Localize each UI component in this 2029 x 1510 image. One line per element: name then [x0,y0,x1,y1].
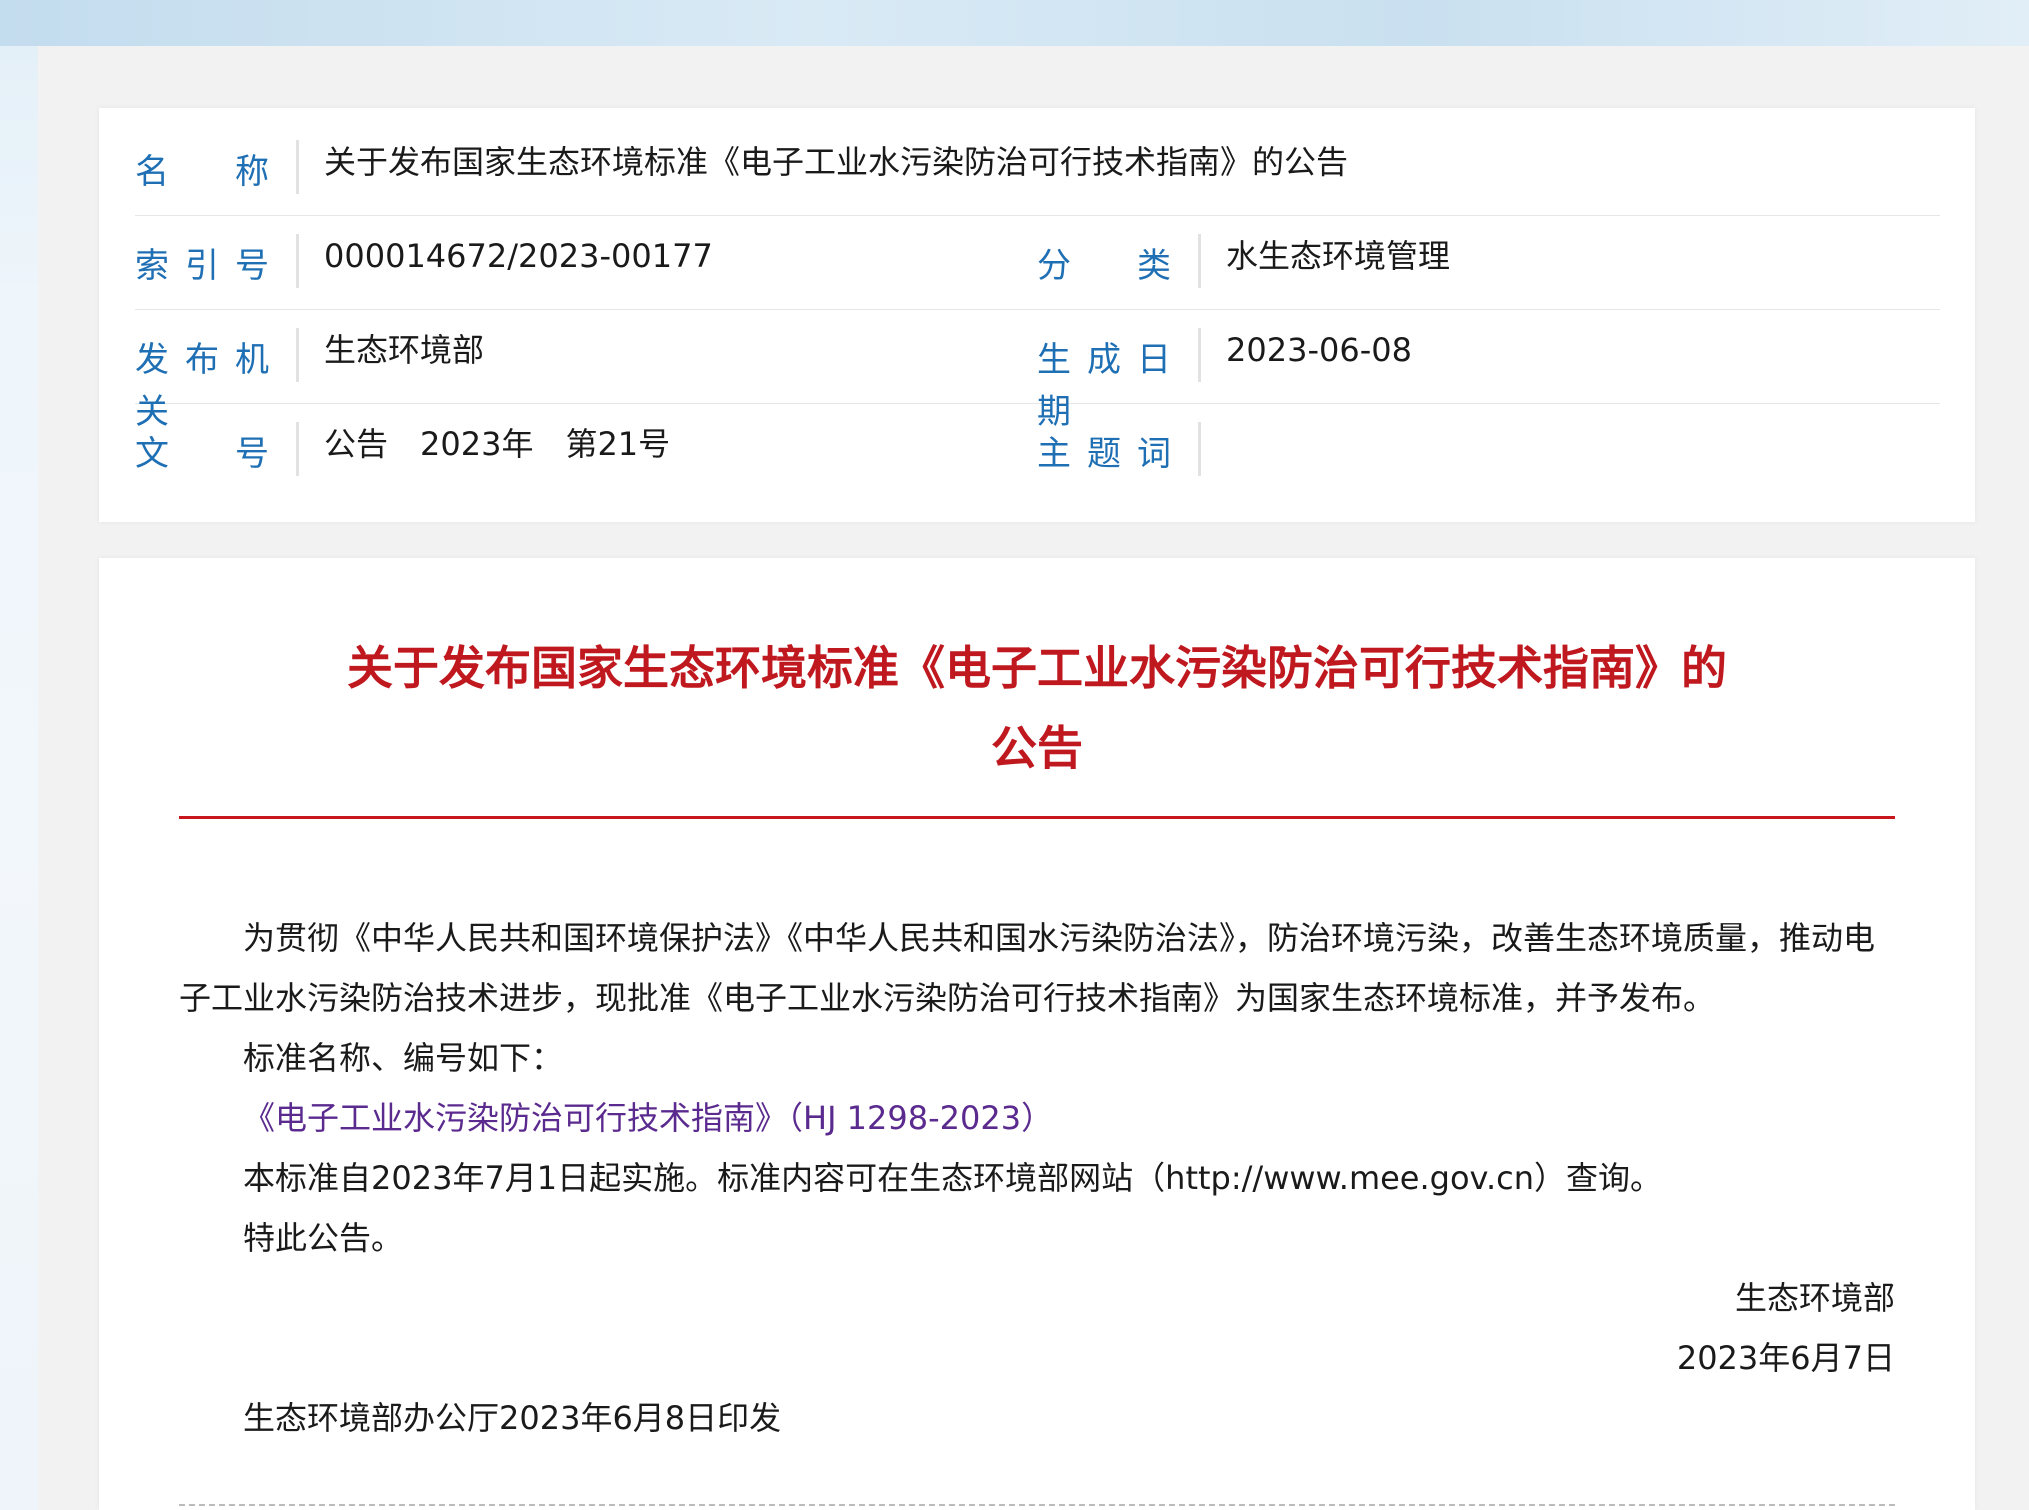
document-info-table: 名称 关于发布国家生态环境标准《电子工业水污染防治可行技术指南》的公告 索引号 … [99,108,1975,522]
info-row-index: 索引号 000014672/2023-00177 分类 水生态环境管理 [135,216,1940,310]
docno-value: 公告 2023年 第21号 [324,425,671,463]
divider [1198,328,1201,382]
signer: 生态环境部 [1734,1279,1895,1317]
paragraph-effective-date: 本标准自2023年7月1日起实施。标准内容可在生态环境部网站（http://ww… [243,1159,1663,1197]
sign-date: 2023年6月7日 [1676,1339,1895,1377]
article-title-line1: 关于发布国家生态环境标准《电子工业水污染防治可行技术指南》的 [347,641,1727,695]
info-row-docno: 文号 公告 2023年 第21号 主题词 [135,404,1940,498]
page-background-banner [0,0,2029,46]
divider [296,422,299,476]
article-title: 关于发布国家生态环境标准《电子工业水污染防治可行技术指南》的 公告 [179,628,1895,788]
index-label: 索引号 [135,246,269,286]
issuer-value: 生态环境部 [324,331,485,369]
article-card: 关于发布国家生态环境标准《电子工业水污染防治可行技术指南》的 公告 为贯彻《中华… [99,558,1975,1510]
date-label: 生成日期 [1037,340,1171,432]
divider [296,328,299,382]
paragraph-closing: 特此公告。 [243,1219,404,1257]
divider [1198,234,1201,288]
divider [1198,422,1201,476]
paragraph-intro: 为贯彻《中华人民共和国环境保护法》《中华人民共和国水污染防治法》，防治环境污染，… [179,919,1876,1017]
footer-dashed-divider [179,1504,1895,1506]
name-value: 关于发布国家生态环境标准《电子工业水污染防治可行技术指南》的公告 [324,143,1349,181]
keywords-label: 主题词 [1037,434,1171,474]
docno-label: 文号 [135,434,269,474]
index-value: 000014672/2023-00177 [324,237,713,275]
category-value: 水生态环境管理 [1226,237,1451,275]
issued-note: 生态环境部办公厅2023年6月8日印发 [243,1399,782,1437]
info-row-issuer: 发布机关 生态环境部 生成日期 2023-06-08 [135,310,1940,432]
article-body: 为贯彻《中华人民共和国环境保护法》《中华人民共和国水污染防治法》，防治环境污染，… [179,908,1895,1448]
divider [296,234,299,288]
date-value: 2023-06-08 [1226,331,1412,369]
issuer-label: 发布机关 [135,340,269,432]
name-label: 名称 [135,152,269,192]
category-label: 分类 [1037,246,1171,286]
standard-link[interactable]: 《电子工业水污染防治可行技术指南》（HJ 1298-2023） [179,1088,1895,1148]
info-row-name: 名称 关于发布国家生态环境标准《电子工业水污染防治可行技术指南》的公告 [135,122,1940,216]
divider [296,140,299,194]
title-divider [179,816,1895,819]
article-title-line2: 公告 [991,721,1083,775]
paragraph-standard-heading: 标准名称、编号如下： [243,1039,564,1077]
